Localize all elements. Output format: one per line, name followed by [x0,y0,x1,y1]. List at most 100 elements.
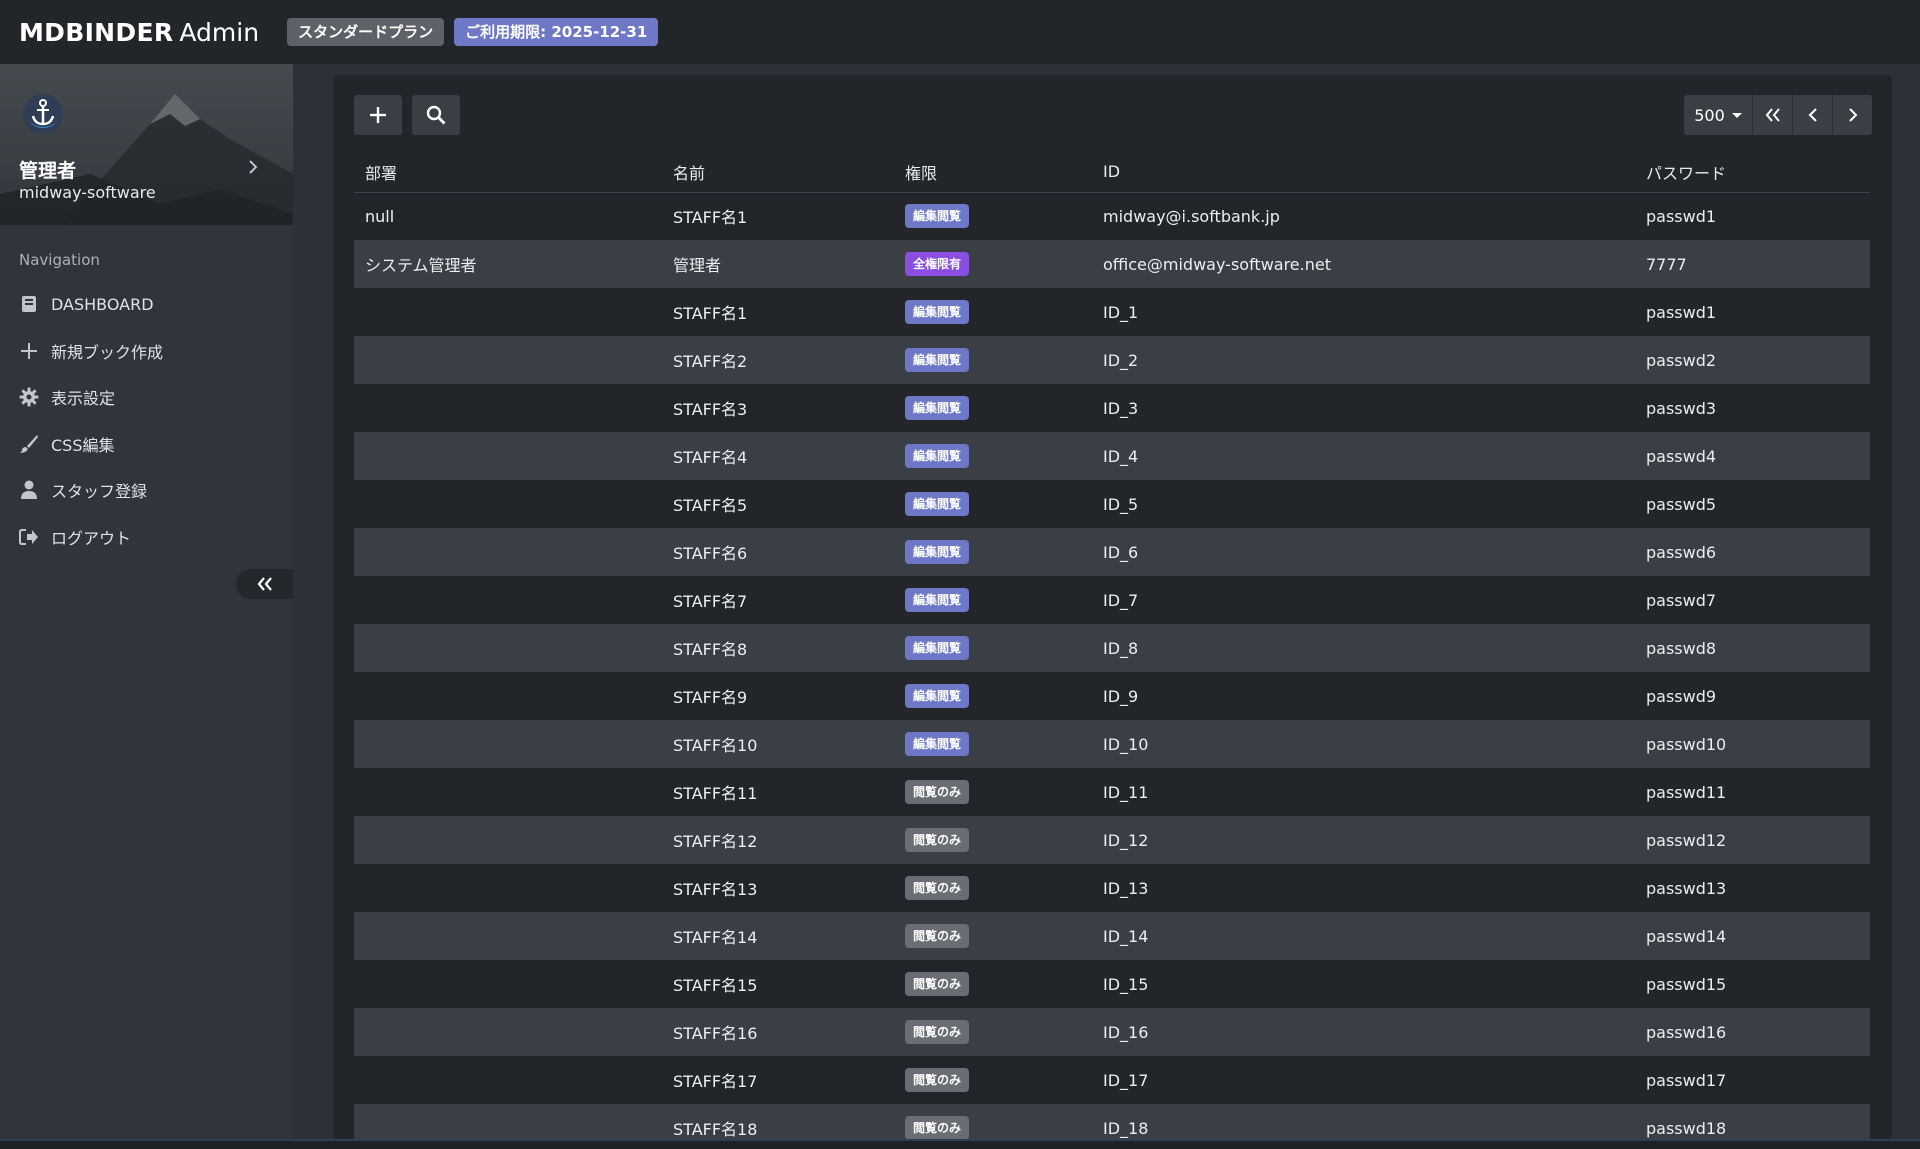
sidebar-item-logout[interactable]: ログアウト [0,514,293,561]
app-brand[interactable]: MDBINDER Admin [19,18,259,47]
sidebar-nav: DASHBOARD 新規ブック作成 表示設定 CSS編集 スタッフ登録 ログアウ… [0,281,293,560]
cell-password: passwd5 [1646,494,1717,514]
cell-name: STAFF名4 [662,432,894,480]
cell-name: STAFF名1 [673,208,748,228]
cell-id: ID_8 [1092,624,1635,672]
table-row[interactable]: STAFF名3 編集閲覧 ID_3 passwd3 [354,384,1870,432]
cell-password: passwd15 [1646,974,1727,994]
add-staff-button[interactable] [354,95,402,135]
sidebar-item-css-edit[interactable]: CSS編集 [0,421,293,468]
table-row[interactable]: STAFF名1 編集閲覧 ID_1 passwd1 [354,288,1870,336]
table-row[interactable]: STAFF名18 閲覧のみ ID_18 passwd18 [354,1104,1870,1139]
table-row[interactable]: STAFF名2 編集閲覧 ID_2 passwd2 [354,336,1870,384]
sidebar-item-display-settings[interactable]: 表示設定 [0,374,293,421]
cell-id: office@midway-software.net [1092,240,1635,288]
sidebar: 管理者 midway-software Navigation DASHBOARD… [0,64,293,1139]
table-row[interactable]: null STAFF名1 編集閲覧 midway@i.softbank.jp passw… [354,192,1870,240]
search-button[interactable] [412,95,460,135]
cell-password: passwd16 [1635,1008,1870,1056]
column-header-name[interactable]: 名前 [662,152,894,193]
next-page-button[interactable] [1832,95,1872,135]
double-chevron-left-icon [1765,108,1780,122]
cell-id: ID_1 [1103,302,1139,322]
cell-password: passwd17 [1646,1070,1727,1090]
top-bar: MDBINDER Admin スタンダードプラン ご利用期限: 2025-12-… [0,0,1920,64]
column-header-id[interactable]: ID [1092,152,1635,193]
cell-name: STAFF名12 [662,816,894,864]
table-row[interactable]: STAFF名16 閲覧のみ ID_16 passwd16 [354,1008,1870,1056]
cell-name: STAFF名16 [662,1008,894,1056]
permission-badge: 編集閲覧 [905,540,970,564]
cell-permission: 閲覧のみ [894,912,1092,960]
permission-badge: 編集閲覧 [905,636,970,660]
sidebar-item-label: 新規ブック作成 [51,342,164,362]
permission-badge: 編集閲覧 [905,348,970,372]
cell-department [354,816,662,864]
cell-department [354,672,662,720]
double-chevron-left-icon [257,577,272,591]
sidebar-item-label: スタッフ登録 [51,482,148,502]
cell-permission: 全権限有 [894,240,1092,288]
staff-table: 部署 名前 権限 ID パスワード null STAFF名1 編集閲覧 midway@… [354,152,1870,1139]
column-header-permission[interactable]: 権限 [894,152,1092,193]
logout-icon [19,527,39,547]
page-size-select[interactable]: 500 [1684,95,1752,135]
cell-password: passwd13 [1646,878,1727,898]
plus-icon [370,107,386,123]
cell-id: ID_14 [1092,912,1635,960]
table-row[interactable]: システム管理者 管理者 全権限有 office@midway-software.net… [354,240,1870,288]
cell-name: 管理者 [662,240,894,288]
staff-list-panel: 500 部署 名前 権限 ID パスワード null STAFF名1 編集閲覧 mid… [334,75,1892,1139]
cell-department [354,1056,662,1104]
permission-badge: 閲覧のみ [905,780,970,804]
cell-permission: 編集閲覧 [894,624,1092,672]
cell-id: ID_13 [1103,878,1149,898]
prev-page-button[interactable] [1792,95,1832,135]
collapse-sidebar-button[interactable] [236,569,293,599]
cell-id: ID_11 [1103,782,1149,802]
cell-id: ID_16 [1092,1008,1635,1056]
cell-permission: 編集閲覧 [894,336,1092,384]
cell-id: ID_2 [1092,336,1635,384]
table-row[interactable]: STAFF名13 閲覧のみ ID_13 passwd13 [354,864,1870,912]
cell-department [354,336,662,384]
table-row[interactable]: STAFF名12 閲覧のみ ID_12 passwd12 [354,816,1870,864]
expiry-badge: ご利用期限: 2025-12-31 [454,18,659,46]
book-icon [19,294,39,314]
sidebar-item-dashboard[interactable]: DASHBOARD [0,281,293,328]
cell-password: passwd1 [1646,302,1717,322]
cell-permission: 編集閲覧 [894,288,1092,336]
cell-department [354,1104,662,1139]
cell-id: ID_18 [1092,1104,1635,1139]
first-page-button[interactable] [1752,95,1792,135]
column-header-password[interactable]: パスワード [1635,152,1870,193]
chevron-right-icon[interactable] [246,158,260,176]
cell-permission: 編集閲覧 [894,672,1092,720]
table-row[interactable]: STAFF名5 編集閲覧 ID_5 passwd5 [354,480,1870,528]
cell-name: STAFF名8 [662,624,894,672]
sidebar-item-staff-register[interactable]: スタッフ登録 [0,467,293,514]
table-row[interactable]: STAFF名14 閲覧のみ ID_14 passwd14 [354,912,1870,960]
table-row[interactable]: STAFF名7 編集閲覧 ID_7 passwd7 [354,576,1870,624]
cell-password: passwd3 [1646,398,1717,418]
cell-password: passwd6 [1635,528,1870,576]
table-row[interactable]: STAFF名17 閲覧のみ ID_17 passwd17 [354,1056,1870,1104]
table-row[interactable]: STAFF名11 閲覧のみ ID_11 passwd11 [354,768,1870,816]
cell-password: passwd11 [1646,782,1727,802]
cell-password: passwd10 [1635,720,1870,768]
chevron-left-icon [1808,108,1817,122]
sidebar-item-new-book[interactable]: 新規ブック作成 [0,328,293,375]
table-row[interactable]: STAFF名10 編集閲覧 ID_10 passwd10 [354,720,1870,768]
permission-badge: 編集閲覧 [905,732,970,756]
profile-card[interactable]: 管理者 midway-software [0,64,293,225]
table-row[interactable]: STAFF名4 編集閲覧 ID_4 passwd4 [354,432,1870,480]
table-row[interactable]: STAFF名9 編集閲覧 ID_9 passwd9 [354,672,1870,720]
permission-badge: 閲覧のみ [905,972,970,996]
brand-name: MDBINDER [19,17,174,47]
cell-password: passwd2 [1635,336,1870,384]
column-header-department[interactable]: 部署 [354,152,662,193]
table-row[interactable]: STAFF名15 閲覧のみ ID_15 passwd15 [354,960,1870,1008]
cell-name: STAFF名13 [673,880,758,899]
table-row[interactable]: STAFF名6 編集閲覧 ID_6 passwd6 [354,528,1870,576]
table-row[interactable]: STAFF名8 編集閲覧 ID_8 passwd8 [354,624,1870,672]
